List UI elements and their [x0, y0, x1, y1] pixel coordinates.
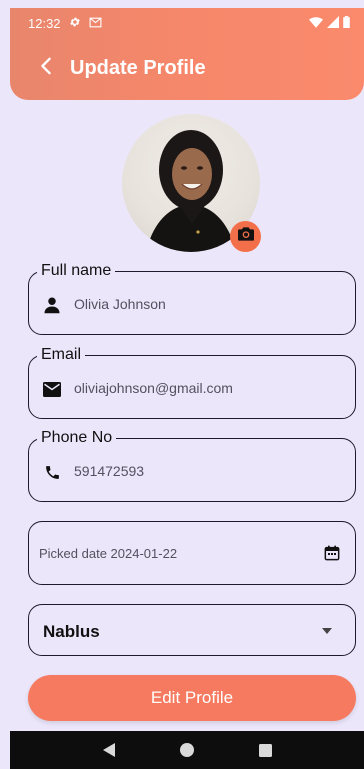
full-name-value: Olivia Johnson — [74, 296, 166, 312]
city-value: Nablus — [43, 622, 100, 641]
change-photo-button[interactable] — [230, 221, 261, 252]
full-name-label: Full name — [37, 261, 116, 281]
phone-field[interactable]: Phone No 591472593 — [28, 428, 356, 502]
phone-label: Phone No — [37, 428, 117, 448]
back-button[interactable] — [24, 50, 68, 86]
system-nav-bar — [10, 731, 364, 769]
avatar-container — [122, 114, 262, 254]
date-picker-field[interactable]: Picked date 2024-01-22 — [28, 521, 356, 585]
dropdown-arrow-icon — [321, 625, 333, 637]
camera-icon — [237, 227, 254, 246]
phone-value: 591472593 — [74, 463, 145, 479]
app-bar-row: Update Profile — [10, 50, 364, 86]
calendar-icon[interactable] — [321, 542, 343, 564]
battery-icon — [343, 15, 350, 31]
mail-icon — [89, 16, 102, 31]
chevron-left-icon — [39, 57, 53, 80]
settings-icon — [69, 16, 81, 31]
page-title: Update Profile — [70, 56, 206, 79]
status-bar: 12:32 — [10, 8, 364, 38]
home-circle-icon[interactable] — [175, 738, 199, 762]
wifi-icon — [309, 16, 323, 31]
city-dropdown[interactable]: Nablus — [28, 604, 356, 656]
person-icon — [41, 294, 63, 316]
status-time: 12:32 — [28, 15, 61, 31]
date-value: Picked date 2024-01-22 — [39, 546, 178, 561]
email-value: oliviajohnson@gmail.com — [74, 380, 233, 396]
status-right — [309, 15, 350, 31]
email-label: Email — [37, 345, 86, 365]
recents-square-icon[interactable] — [253, 738, 277, 762]
phone-icon — [41, 461, 63, 483]
edit-profile-button[interactable]: Edit Profile — [28, 675, 356, 721]
signal-icon — [327, 15, 339, 31]
status-left: 12:32 — [28, 16, 102, 31]
back-triangle-icon[interactable] — [97, 738, 121, 762]
email-field[interactable]: Email oliviajohnson@gmail.com — [28, 345, 356, 419]
email-icon — [41, 378, 63, 400]
full-name-field[interactable]: Full name Olivia Johnson — [28, 261, 356, 335]
